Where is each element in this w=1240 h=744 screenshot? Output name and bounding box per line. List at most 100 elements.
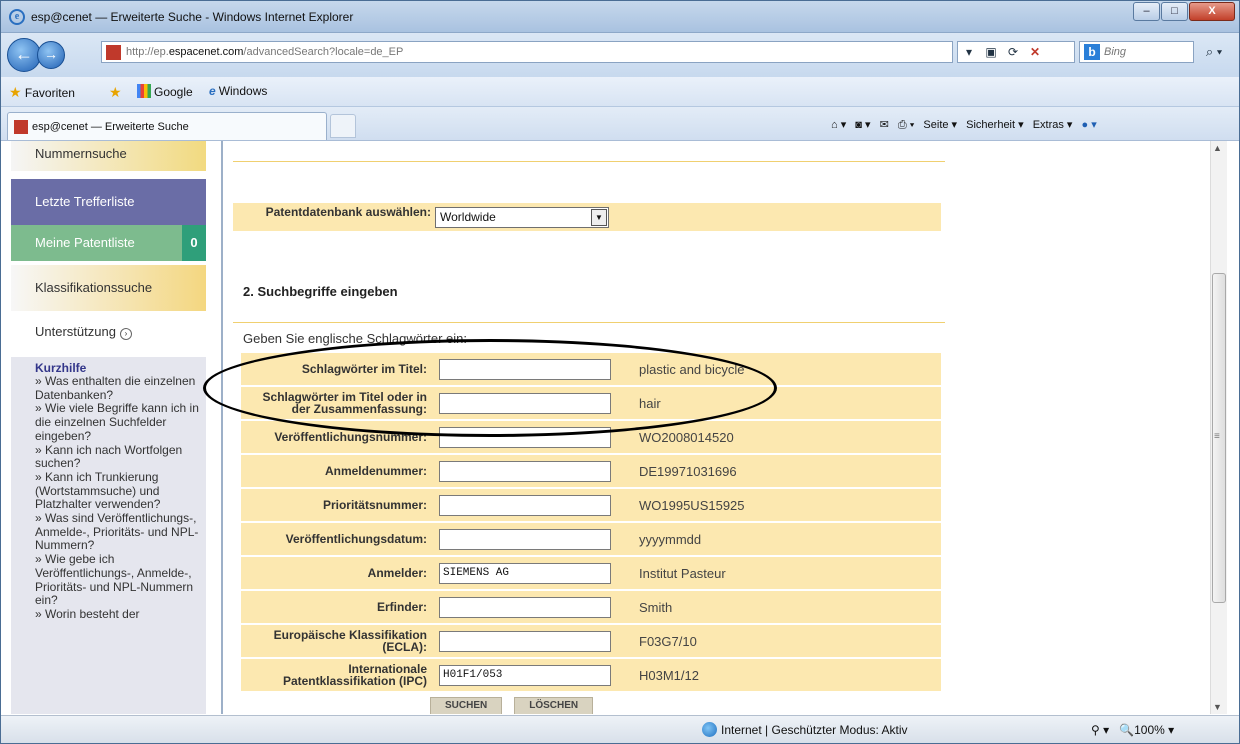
field-label: Veröffentlichungsnummer:	[241, 421, 433, 453]
applicant-input[interactable]	[439, 562, 611, 584]
field-example: yyyymmdd	[633, 523, 941, 555]
search-box[interactable]: b	[1079, 41, 1194, 63]
instruction-text: Geben Sie englische Schlagwörter ein:	[243, 331, 468, 346]
divider	[233, 322, 945, 323]
google-icon	[137, 84, 151, 98]
help-icon[interactable]: ● ▾	[1082, 115, 1097, 135]
dropdown-icon[interactable]: ▾	[958, 42, 980, 62]
inventor-input[interactable]	[439, 596, 611, 618]
help-link[interactable]: » Kann ich Trunkierung (Wortstammsuche) …	[35, 470, 200, 512]
publication-date-input[interactable]	[439, 528, 611, 550]
ie-logo-icon: e	[9, 9, 25, 25]
title-keywords-input[interactable]	[439, 358, 611, 380]
arrow-circle-icon: ›	[119, 328, 132, 340]
tools-menu[interactable]: Extras ▾	[1033, 115, 1073, 135]
help-link[interactable]: » Kann ich nach Wortfolgen suchen?	[35, 443, 200, 471]
security-zone[interactable]: Internet | Geschützter Modus: Aktiv	[721, 723, 908, 737]
field-example: F03G7/10	[633, 625, 941, 657]
field-example: DE19971031696	[633, 455, 941, 487]
field-label: Schlagwörter im Titel:	[241, 353, 433, 385]
sidebar-item-letzte-trefferliste[interactable]: Letzte Trefferliste	[11, 179, 206, 225]
search-icon[interactable]: ⌕ ▾	[1197, 41, 1231, 63]
site-favicon-icon	[106, 45, 121, 60]
quick-help-title: Kurzhilfe	[35, 361, 87, 375]
field-row: Schlagwörter im Titel: plastic and bicycl…	[241, 353, 941, 385]
field-example: Institut Pasteur	[633, 557, 941, 589]
search-input[interactable]	[1104, 44, 1189, 60]
priority-number-input[interactable]	[439, 494, 611, 516]
field-label: Erfinder:	[241, 591, 433, 623]
grip-icon: ≡	[1214, 431, 1220, 442]
form-buttons: SUCHEN LÖSCHEN	[430, 697, 605, 714]
field-example: WO1995US15925	[633, 489, 941, 521]
sidebar-item-meine-patentliste[interactable]: Meine Patentliste 0	[11, 225, 206, 261]
ipc-input[interactable]	[439, 664, 611, 686]
address-bar[interactable]: http://ep.espacenet.com/advancedSearch?l…	[101, 41, 953, 63]
window-title: esp@cenet — Erweiterte Suche - Windows I…	[31, 10, 354, 24]
section-title: 2. Suchbegriffe eingeben	[243, 284, 398, 299]
favorites-bar: ★ Favoriten ★ Google e Windows	[1, 77, 1239, 107]
field-row: Prioritätsnummer: WO1995US15925	[241, 489, 941, 521]
field-row: Anmeldenummer: DE19971031696	[241, 455, 941, 487]
feeds-icon[interactable]: ◙ ▾	[855, 115, 870, 135]
favorites-button[interactable]: ★ Favoriten	[9, 84, 75, 101]
database-select[interactable]: Worldwide ▼	[435, 207, 609, 228]
left-navigation: Nummernsuche Letzte Trefferliste Meine P…	[1, 141, 223, 714]
command-bar: ⌂ ▾ ◙ ▾ ✉ ⎙ ▾ Seite ▾ Sicherheit ▾ Extra…	[831, 115, 1231, 137]
add-favorite-icon[interactable]: ★	[109, 84, 122, 101]
search-form: Patentdatenbank auswählen: Worldwide ▼ 2.…	[203, 141, 1210, 714]
scroll-up-icon[interactable]: ▲	[1213, 143, 1222, 153]
vertical-scrollbar[interactable]: ▲ ≡ ▼	[1210, 141, 1227, 714]
scroll-down-icon[interactable]: ▼	[1213, 702, 1222, 712]
page-menu[interactable]: Seite ▾	[923, 115, 957, 135]
clear-button[interactable]: LÖSCHEN	[514, 697, 594, 714]
help-link[interactable]: » Was enthalten die einzelnen Datenbanke…	[35, 374, 200, 402]
home-icon[interactable]: ⌂ ▾	[831, 115, 846, 135]
compat-view-icon[interactable]: ▣	[980, 42, 1002, 62]
field-row: Veröffentlichungsnummer: WO2008014520	[241, 421, 941, 453]
tab-bar: esp@cenet — Erweiterte Suche ⌂ ▾ ◙ ▾ ✉ ⎙…	[1, 107, 1239, 141]
divider	[233, 161, 945, 162]
field-row: Europäische Klassifikation (ECLA): F03G7/…	[241, 625, 941, 657]
patent-count-badge: 0	[182, 225, 206, 261]
field-label: Schlagwörter im Titel oder in der Zusamm…	[241, 387, 433, 419]
quick-help-panel: Kurzhilfe » Was enthalten die einzelnen …	[11, 357, 206, 714]
safety-menu[interactable]: Sicherheit ▾	[966, 115, 1024, 135]
publication-number-input[interactable]	[439, 426, 611, 448]
sidebar-item-klassifikationssuche[interactable]: Klassifikationssuche	[11, 265, 206, 311]
new-tab-button[interactable]	[330, 114, 356, 138]
address-actions: ▾ ▣ ⟳ ✕	[957, 41, 1075, 63]
minimize-button[interactable]: –	[1133, 2, 1160, 21]
title-abstract-keywords-input[interactable]	[439, 392, 611, 414]
help-link[interactable]: » Worin besteht der	[35, 607, 200, 622]
application-number-input[interactable]	[439, 460, 611, 482]
help-link[interactable]: » Was sind Veröffentlichungs-, Anmelde-,…	[35, 511, 200, 553]
field-row: Internationale Patentklassifikation (IPC…	[241, 659, 941, 691]
help-link[interactable]: » Wie viele Begriffe kann ich in die ein…	[35, 402, 200, 443]
field-label: Prioritätsnummer:	[241, 489, 433, 521]
favorite-google[interactable]: Google	[137, 84, 193, 99]
print-icon[interactable]: ⎙ ▾	[898, 115, 914, 135]
forward-button[interactable]: →	[37, 41, 65, 69]
ie-icon: e	[209, 84, 216, 98]
maximize-button[interactable]: □	[1161, 2, 1188, 21]
refresh-icon[interactable]: ⟳	[1002, 42, 1024, 62]
field-label: Anmeldenummer:	[241, 455, 433, 487]
tab-favicon-icon	[14, 120, 28, 134]
search-button[interactable]: SUCHEN	[430, 697, 503, 714]
help-link[interactable]: » Wie gebe ich Veröffentlichungs-, Anmel…	[35, 552, 200, 608]
ecla-input[interactable]	[439, 630, 611, 652]
favorite-windows[interactable]: e Windows	[209, 84, 267, 98]
back-button[interactable]: ←	[7, 38, 41, 72]
field-example: Smith	[633, 591, 941, 623]
field-row: Schlagwörter im Titel oder in der Zusamm…	[241, 387, 941, 419]
sidebar-item-nummernsuche[interactable]: Nummernsuche	[11, 141, 206, 171]
sidebar-item-unterstuetzung[interactable]: Unterstützung ›	[11, 313, 206, 351]
zoom-control[interactable]: ⚲ ▾ 🔍100% ▾	[1091, 723, 1174, 737]
tab-active[interactable]: esp@cenet — Erweiterte Suche	[7, 112, 327, 140]
stop-icon[interactable]: ✕	[1024, 42, 1046, 62]
close-button[interactable]: X	[1189, 2, 1235, 21]
database-label: Patentdatenbank auswählen:	[265, 205, 431, 219]
navigation-bar: ← → http://ep.espacenet.com/advancedSear…	[1, 33, 1239, 77]
mail-icon[interactable]: ✉	[880, 115, 889, 135]
